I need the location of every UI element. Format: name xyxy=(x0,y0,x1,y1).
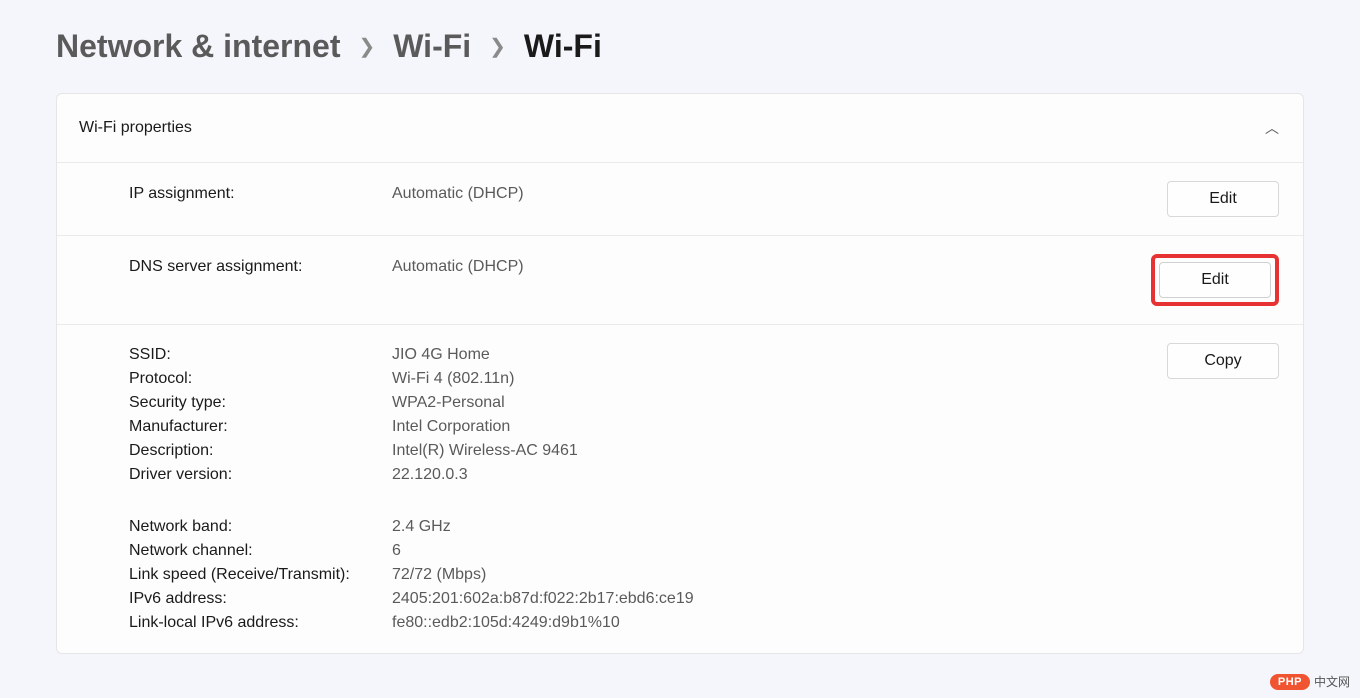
info-value: 2405:201:602a:b87d:f022:2b17:ebd6:ce19 xyxy=(392,587,1167,611)
info-value: 6 xyxy=(392,539,1167,563)
info-label: IPv6 address: xyxy=(129,587,392,611)
ip-assignment-label: IP assignment: xyxy=(129,181,392,207)
edit-dns-button[interactable]: Edit xyxy=(1159,262,1271,298)
breadcrumb: Network & internet ❯ Wi-Fi ❯ Wi-Fi xyxy=(0,0,1360,83)
chevron-right-icon: ❯ xyxy=(489,34,506,59)
ip-assignment-row: IP assignment: Automatic (DHCP) Edit xyxy=(57,163,1303,236)
chevron-up-icon: ︿ xyxy=(1265,118,1279,138)
info-label: Network channel: xyxy=(129,539,392,563)
edit-dns-highlight: Edit xyxy=(1151,254,1279,306)
ip-assignment-value: Automatic (DHCP) xyxy=(392,181,1167,207)
watermark-text: 中文网 xyxy=(1314,673,1350,690)
info-label: Manufacturer: xyxy=(129,415,392,439)
info-value: Intel Corporation xyxy=(392,415,1167,439)
info-value: Wi-Fi 4 (802.11n) xyxy=(392,367,1167,391)
info-label: Link-local IPv6 address: xyxy=(129,611,392,635)
info-value: WPA2-Personal xyxy=(392,391,1167,415)
watermark-pill: PHP xyxy=(1270,674,1310,690)
info-value: 2.4 GHz xyxy=(392,515,1167,539)
info-value: Intel(R) Wireless-AC 9461 xyxy=(392,439,1167,463)
breadcrumb-root[interactable]: Network & internet xyxy=(56,28,340,65)
wifi-properties-panel: Wi-Fi properties ︿ IP assignment: Automa… xyxy=(56,93,1304,654)
panel-title: Wi-Fi properties xyxy=(79,119,192,137)
panel-header[interactable]: Wi-Fi properties ︿ xyxy=(57,94,1303,163)
info-label: Network band: xyxy=(129,515,392,539)
chevron-right-icon: ❯ xyxy=(358,34,375,59)
breadcrumb-current: Wi-Fi xyxy=(524,28,602,65)
info-label: Protocol: xyxy=(129,367,392,391)
info-label: Driver version: xyxy=(129,463,392,487)
breadcrumb-mid[interactable]: Wi-Fi xyxy=(393,28,471,65)
copy-button[interactable]: Copy xyxy=(1167,343,1279,379)
network-info-row: SSID:Protocol:Security type:Manufacturer… xyxy=(57,325,1303,653)
dns-assignment-value: Automatic (DHCP) xyxy=(392,254,1151,280)
info-label: Description: xyxy=(129,439,392,463)
dns-assignment-label: DNS server assignment: xyxy=(129,254,392,280)
info-value: 72/72 (Mbps) xyxy=(392,563,1167,587)
info-label: Link speed (Receive/Transmit): xyxy=(129,563,392,587)
info-value: JIO 4G Home xyxy=(392,343,1167,367)
info-label: Security type: xyxy=(129,391,392,415)
info-label: SSID: xyxy=(129,343,392,367)
watermark: PHP 中文网 xyxy=(1270,673,1350,690)
info-value: fe80::edb2:105d:4249:d9b1%10 xyxy=(392,611,1167,635)
dns-assignment-row: DNS server assignment: Automatic (DHCP) … xyxy=(57,236,1303,325)
info-value: 22.120.0.3 xyxy=(392,463,1167,487)
edit-ip-button[interactable]: Edit xyxy=(1167,181,1279,217)
